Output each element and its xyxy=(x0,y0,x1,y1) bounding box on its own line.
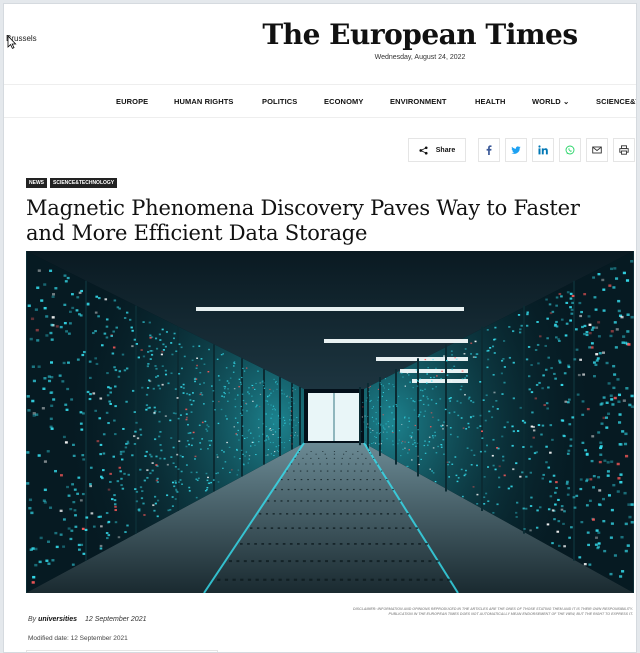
tag-science-technology[interactable]: SCIENCE&TECHNOLOGY xyxy=(50,178,118,188)
byline: By universities 12 September 2021 xyxy=(28,616,147,623)
nav-item-world[interactable]: WORLD ⌄ xyxy=(532,97,569,106)
image-credit: DISCLAIMER: INFORMATION AND OPINIONS REP… xyxy=(353,607,633,616)
site-logo[interactable]: The European Times xyxy=(4,18,636,51)
server-corridor-illustration xyxy=(26,251,634,593)
linkedin-button[interactable] xyxy=(532,138,554,162)
facebook-button[interactable] xyxy=(478,138,500,162)
page: Brussels The European Times Wednesday, A… xyxy=(3,3,637,653)
main-nav: EUROPE HUMAN RIGHTS POLITICS ECONOMY ENV… xyxy=(4,84,636,118)
article-tags: NEWS SCIENCE&TECHNOLOGY xyxy=(26,178,118,188)
share-button[interactable]: Share xyxy=(408,138,466,162)
site-header: Brussels The European Times Wednesday, A… xyxy=(4,4,636,84)
nav-item-environment[interactable]: ENVIRONMENT xyxy=(390,97,447,106)
share-icon xyxy=(419,145,428,155)
print-icon xyxy=(619,145,629,155)
linkedin-icon xyxy=(538,145,548,155)
byline-prefix: By xyxy=(28,616,37,623)
nav-item-economy[interactable]: ECONOMY xyxy=(324,97,363,106)
print-button[interactable] xyxy=(613,138,635,162)
nav-item-health[interactable]: HEALTH xyxy=(475,97,505,106)
modified-date: Modified date: 12 September 2021 xyxy=(28,635,128,642)
hero-image xyxy=(26,251,634,593)
whatsapp-icon xyxy=(565,145,575,155)
facebook-icon xyxy=(486,145,492,155)
brand: The European Times Wednesday, August 24,… xyxy=(4,18,636,61)
article-title: Magnetic Phenomena Discovery Paves Way t… xyxy=(26,196,580,245)
author-link[interactable]: universities xyxy=(38,616,77,623)
twitter-button[interactable] xyxy=(505,138,527,162)
share-label: Share xyxy=(435,146,456,154)
tag-news[interactable]: NEWS xyxy=(26,178,47,188)
email-button[interactable] xyxy=(586,138,608,162)
whatsapp-button[interactable] xyxy=(559,138,581,162)
nav-item-human-rights[interactable]: HUMAN RIGHTS xyxy=(174,97,234,106)
header-date: Wednesday, August 24, 2022 xyxy=(374,54,466,61)
email-icon xyxy=(592,146,602,154)
nav-item-politics[interactable]: POLITICS xyxy=(262,97,297,106)
nav-item-europe[interactable]: EUROPE xyxy=(116,97,148,106)
share-bar: Share xyxy=(4,138,636,162)
nav-item-science[interactable]: SCIENCE&TE xyxy=(596,97,636,106)
publish-date: 12 September 2021 xyxy=(85,616,147,623)
twitter-icon xyxy=(511,146,521,154)
